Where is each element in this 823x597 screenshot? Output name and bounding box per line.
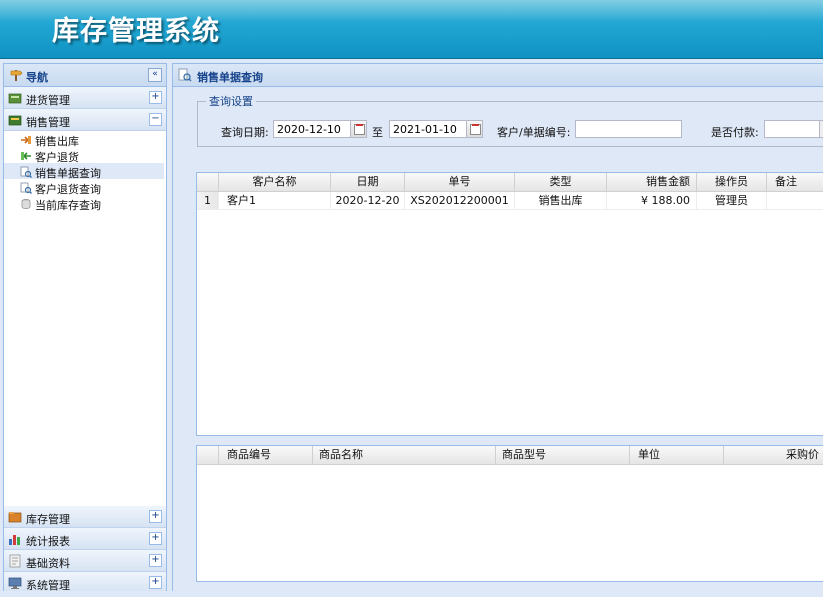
cell-type: 销售出库 — [515, 192, 607, 209]
date-to-input[interactable] — [389, 120, 467, 138]
sidebar-header: 导航 « — [4, 64, 166, 87]
sales-icon — [8, 113, 22, 130]
cell-customer: 客户1 — [219, 192, 331, 209]
customer-label: 客户/单据编号: — [497, 126, 571, 139]
query-settings-legend: 查询设置 — [209, 95, 253, 108]
sidebar-title: 导航 — [26, 71, 48, 84]
expand-icon[interactable]: + — [149, 532, 162, 545]
items-grid: 商品编号 商品名称 商品型号 单位 采购价 — [196, 445, 823, 582]
nav-group-inventory[interactable]: 库存管理 + — [4, 506, 166, 528]
paid-select[interactable] — [764, 120, 820, 138]
cell-remark — [767, 192, 823, 209]
cell-operator: 管理员 — [697, 192, 767, 209]
column-header[interactable]: 商品编号 — [219, 446, 313, 464]
database-icon — [20, 198, 32, 213]
date-label: 查询日期: — [221, 126, 269, 139]
sidebar-item-current-stock-query[interactable]: 当前库存查询 — [4, 195, 164, 213]
nav-group-label: 统计报表 — [26, 535, 70, 548]
date-from-input[interactable] — [273, 120, 351, 138]
nav-group-label: 基础资料 — [26, 557, 70, 570]
sidebar-item-customer-return-query[interactable]: 客户退货查询 — [4, 179, 164, 196]
column-header[interactable]: 类型 — [515, 173, 607, 191]
column-header[interactable]: 销售金额 — [607, 173, 697, 191]
main-panel: 销售单据查询 查询设置 查询日期: 至 客户/单据编号: 是否付款: 客户名称 … — [172, 63, 823, 593]
expand-icon[interactable]: + — [149, 554, 162, 567]
column-header[interactable]: 日期 — [331, 173, 405, 191]
collapse-icon[interactable]: − — [149, 113, 162, 126]
row-number-header — [197, 446, 219, 464]
calendar-icon[interactable] — [350, 120, 367, 138]
calendar-icon[interactable] — [466, 120, 483, 138]
main-panel-title: 销售单据查询 — [197, 71, 263, 84]
nav-group-label: 销售管理 — [26, 116, 70, 129]
column-header[interactable]: 操作员 — [697, 173, 767, 191]
sidebar-item-sales-out[interactable]: 销售出库 — [4, 131, 164, 148]
bar-chart-icon — [8, 532, 22, 549]
main-panel-body: 查询设置 查询日期: 至 客户/单据编号: 是否付款: 客户名称 日期 单号 类… — [173, 87, 823, 592]
expand-icon[interactable]: + — [149, 510, 162, 523]
expand-icon[interactable]: + — [149, 91, 162, 104]
column-header[interactable]: 客户名称 — [219, 173, 331, 191]
folder-icon — [8, 510, 22, 527]
sidebar-item-sales-doc-query[interactable]: 销售单据查询 — [4, 163, 164, 180]
document-icon — [8, 554, 22, 571]
items-grid-header: 商品编号 商品名称 商品型号 单位 采购价 — [197, 446, 823, 465]
cell-order-no: XS202012200001 — [405, 192, 515, 209]
customer-search-input[interactable] — [575, 120, 682, 138]
nav-group-label: 库存管理 — [26, 513, 70, 526]
paid-label: 是否付款: — [711, 126, 759, 139]
nav-group-basic-data[interactable]: 基础资料 + — [4, 550, 166, 572]
purchase-icon — [8, 91, 22, 108]
sidebar-item-label: 当前库存查询 — [35, 199, 101, 212]
sidebar: 导航 « 进货管理 + 销售管理 − 销售出库 客户退货 销售单据查询 客户退货… — [3, 63, 167, 594]
cell-amount: ¥ 188.00 — [607, 192, 697, 209]
signpost-icon — [9, 68, 23, 85]
search-doc-icon — [178, 68, 192, 85]
main-panel-header: 销售单据查询 — [173, 64, 823, 87]
column-header[interactable]: 备注 — [767, 173, 823, 191]
nav-group-purchase[interactable]: 进货管理 + — [4, 87, 166, 109]
app-title: 库存管理系统 — [52, 16, 220, 47]
cell-date: 2020-12-20 — [331, 192, 405, 209]
collapse-sidebar-button[interactable]: « — [148, 68, 162, 82]
table-row[interactable]: 1 客户1 2020-12-20 XS202012200001 销售出库 ¥ 1… — [197, 192, 823, 210]
orders-grid: 客户名称 日期 单号 类型 销售金额 操作员 备注 1 客户1 2020-12-… — [196, 172, 823, 436]
column-header[interactable]: 商品型号 — [496, 446, 630, 464]
nav-group-reports[interactable]: 统计报表 + — [4, 528, 166, 550]
column-header[interactable]: 商品名称 — [313, 446, 496, 464]
footer-strip — [0, 591, 823, 597]
nav-group-label: 进货管理 — [26, 94, 70, 107]
orders-grid-header: 客户名称 日期 单号 类型 销售金额 操作员 备注 — [197, 173, 823, 192]
column-header[interactable]: 单号 — [405, 173, 515, 191]
app-header: 库存管理系统 — [0, 0, 823, 59]
column-header[interactable]: 采购价 — [724, 446, 823, 464]
row-number: 1 — [197, 192, 219, 209]
date-to-label: 至 — [372, 126, 383, 139]
sidebar-item-customer-return[interactable]: 客户退货 — [4, 147, 164, 164]
expand-icon[interactable]: + — [149, 576, 162, 589]
row-number-header — [197, 173, 219, 191]
column-header[interactable]: 单位 — [630, 446, 724, 464]
nav-group-sales[interactable]: 销售管理 − — [4, 109, 166, 131]
